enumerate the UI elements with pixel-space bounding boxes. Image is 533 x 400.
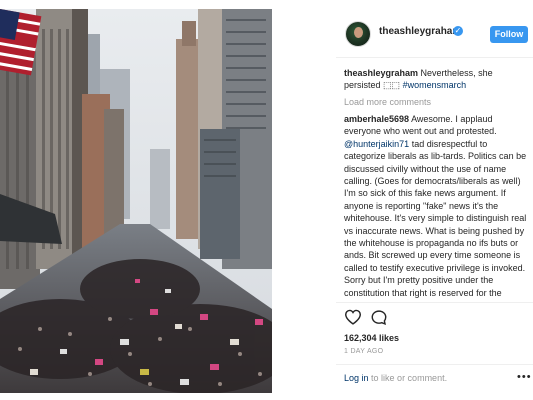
post-side-panel: theashleygraham ✓ Follow theashleygraham… <box>336 9 533 393</box>
march-crowd-photo <box>0 9 272 393</box>
avatar[interactable] <box>345 21 371 47</box>
caption-hashtag[interactable]: #womensmarch <box>403 80 467 90</box>
caption-emoji: ⬚⬚ <box>383 80 401 90</box>
login-prompt: Log in to like or comment. <box>344 373 447 383</box>
post-header: theashleygraham ✓ Follow <box>336 9 533 58</box>
login-text: to like or comment. <box>371 373 448 383</box>
post-time: 1 DAY AGO <box>344 348 384 355</box>
instagram-post: theashleygraham ✓ Follow theashleygraham… <box>0 0 533 400</box>
load-more-comments-link[interactable]: Load more comments <box>344 97 431 107</box>
divider <box>336 302 533 303</box>
likes-count[interactable]: 162,304 likes <box>344 333 399 343</box>
post-photo[interactable] <box>0 9 272 393</box>
comment-mention[interactable]: @hunterjaikin71 <box>344 139 409 149</box>
username[interactable]: theashleygraham <box>379 26 461 37</box>
heart-icon[interactable] <box>344 309 362 325</box>
comment-username[interactable]: amberhale5698 <box>344 114 409 124</box>
caption: theashleygraham Nevertheless, she persis… <box>344 67 530 91</box>
more-options-icon[interactable]: ••• <box>517 371 532 383</box>
comment: amberhale5698 Awesome. I applaud everyon… <box>344 113 528 299</box>
verified-badge-icon: ✓ <box>453 26 463 36</box>
comment-text-2: tad disrespectful to categorize liberals… <box>344 138 527 298</box>
caption-username[interactable]: theashleygraham <box>344 68 418 78</box>
divider <box>336 364 533 365</box>
avatar-face <box>354 27 363 38</box>
comment-icon[interactable] <box>370 309 388 326</box>
follow-button[interactable]: Follow <box>490 26 528 43</box>
login-link[interactable]: Log in <box>344 373 369 383</box>
